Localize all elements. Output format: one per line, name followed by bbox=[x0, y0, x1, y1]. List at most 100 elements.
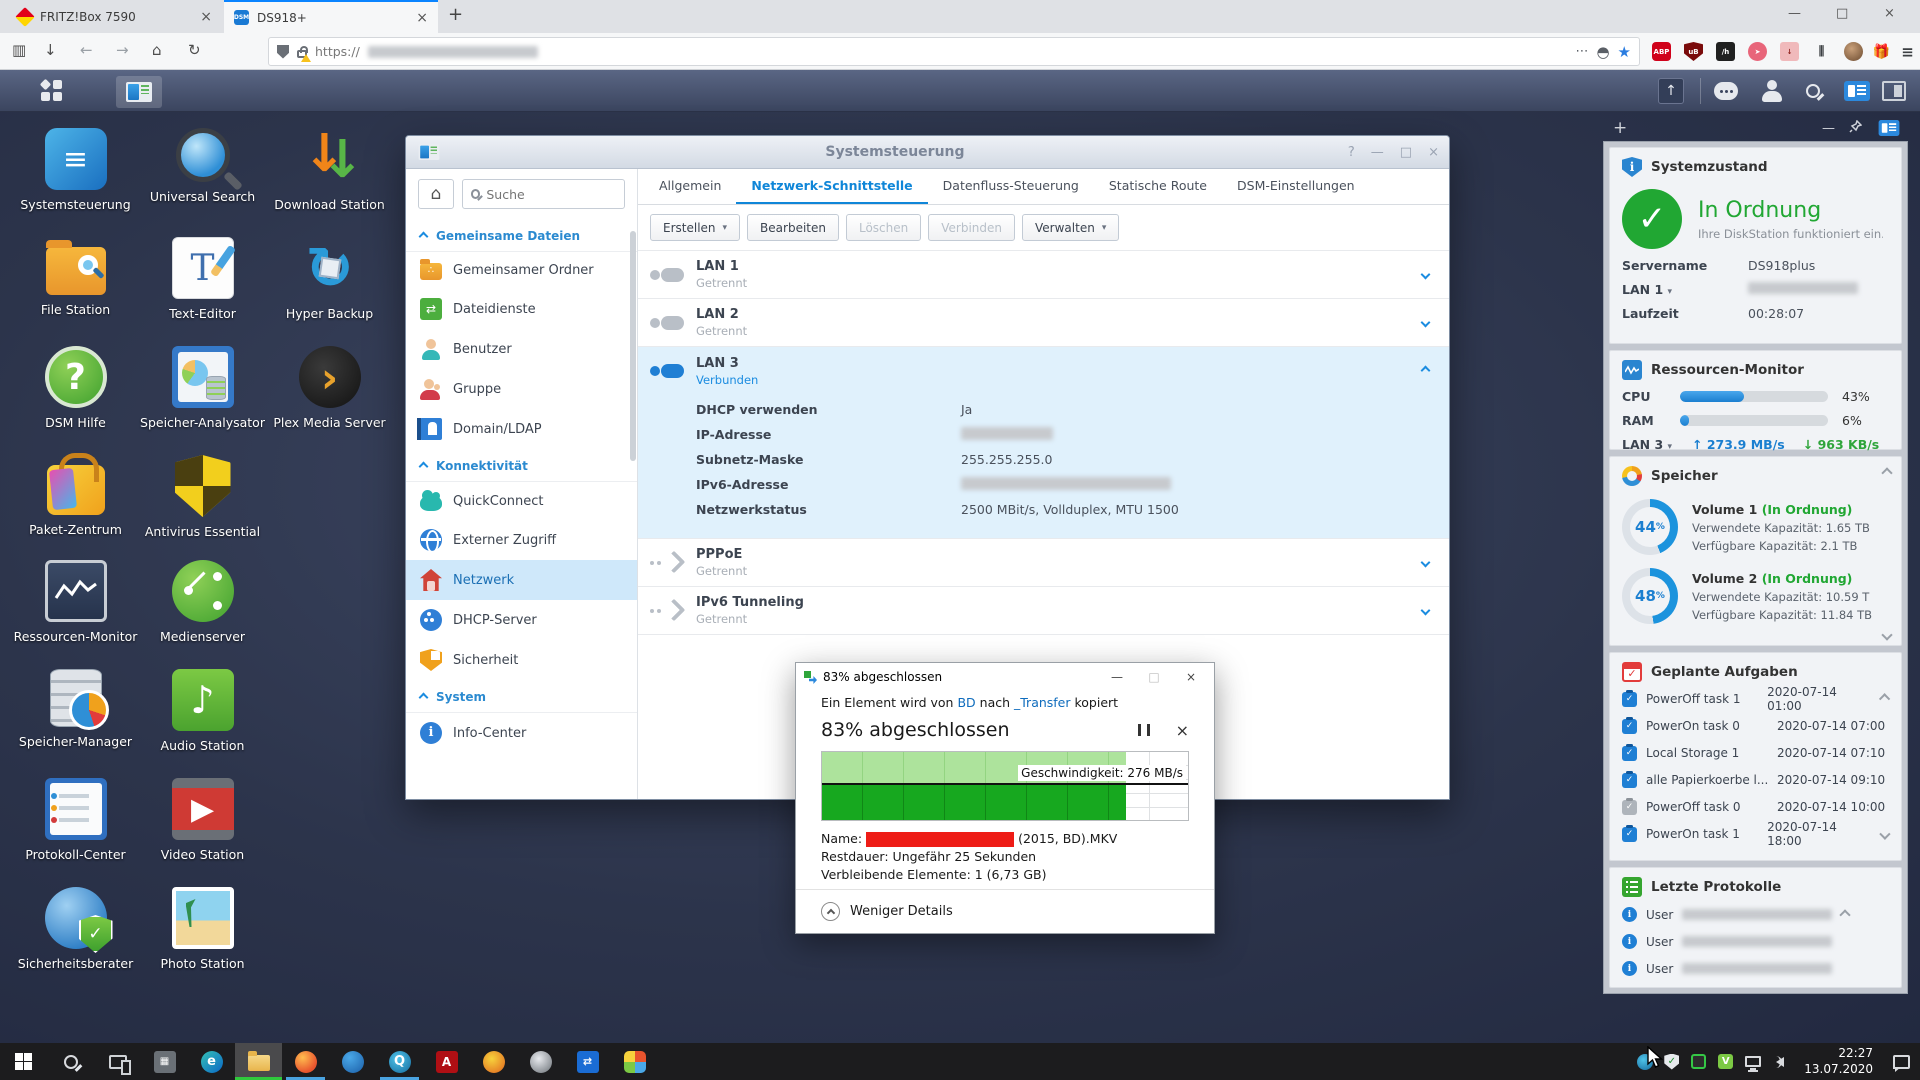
taskbar-synology-assistant[interactable]: Q bbox=[376, 1043, 423, 1080]
log-row[interactable]: i User bbox=[1622, 959, 1889, 978]
tab-statische-route[interactable]: Statische Route bbox=[1094, 169, 1222, 204]
extension-hb-icon[interactable]: /h bbox=[1716, 42, 1735, 61]
back-icon[interactable]: ← bbox=[80, 41, 93, 59]
whatsnew-gift-icon[interactable]: 🎁 bbox=[1872, 42, 1891, 61]
task-view-button[interactable] bbox=[94, 1043, 141, 1080]
interface-row-ipv6-tunneling[interactable]: IPv6 Tunneling Getrennt bbox=[638, 587, 1449, 635]
desktop-icon-audio-station[interactable]: ♪ Audio Station bbox=[139, 661, 266, 770]
minimize-panel-button[interactable]: — bbox=[1822, 121, 1835, 136]
window-maximize-button[interactable]: □ bbox=[1836, 6, 1848, 21]
taskbar-app-color[interactable] bbox=[611, 1043, 658, 1080]
interface-row-lan2[interactable]: LAN 2 Getrennt bbox=[638, 299, 1449, 347]
tray-green-v-icon[interactable]: V bbox=[1717, 1053, 1734, 1070]
desktop-icon-paket-zentrum[interactable]: Paket-Zentrum bbox=[12, 447, 139, 556]
desktop-icon-video-station[interactable]: ▶ Video Station bbox=[139, 770, 266, 879]
sidebar-item-domain-ldap[interactable]: Domain/LDAP bbox=[406, 409, 637, 449]
tab-close-icon[interactable]: × bbox=[200, 9, 212, 25]
open-app-systemsteuerung[interactable] bbox=[116, 76, 162, 108]
panel-toggle-icon[interactable] bbox=[1879, 120, 1900, 136]
taskbar-firefox[interactable] bbox=[282, 1043, 329, 1080]
window-minimize-button[interactable]: — bbox=[1788, 6, 1801, 21]
task-row[interactable]: ✓ PowerOn task 1 2020-07-14 18:00 bbox=[1622, 825, 1889, 844]
task-row[interactable]: ✓ PowerOn task 0 2020-07-14 07:00 bbox=[1622, 717, 1889, 736]
bearbeiten-button[interactable]: Bearbeiten bbox=[747, 214, 839, 241]
desktop-icon-speicher-analysator[interactable]: Speicher-Analysator bbox=[139, 338, 266, 447]
pause-button[interactable] bbox=[1138, 724, 1150, 736]
add-widget-button[interactable]: + bbox=[1613, 118, 1627, 138]
menu-icon[interactable]: ≡ bbox=[1898, 42, 1917, 61]
sidebar-section-gemeinsame-dateien[interactable]: Gemeinsame Dateien bbox=[406, 219, 637, 252]
sidebar-item-dhcp-server[interactable]: DHCP-Server bbox=[406, 600, 637, 640]
tab-netzwerk-schnittstelle[interactable]: Netzwerk-Schnittstelle bbox=[736, 169, 927, 204]
expand-chevron-icon[interactable] bbox=[1881, 629, 1892, 640]
taskbar-app-sphere[interactable] bbox=[517, 1043, 564, 1080]
notifications-button[interactable] bbox=[1714, 78, 1738, 104]
sidebar-item-netzwerk[interactable]: Netzwerk bbox=[406, 560, 637, 600]
collapse-chevron-icon[interactable] bbox=[1421, 366, 1431, 376]
desktop-icon-systemsteuerung[interactable]: ≡ Systemsteuerung bbox=[12, 120, 139, 229]
desktop-icon-sicherheitsberater[interactable]: Sicherheitsberater bbox=[12, 879, 139, 988]
taskbar-calculator[interactable]: ▦ bbox=[141, 1043, 188, 1080]
tracking-shield-icon[interactable] bbox=[277, 45, 289, 59]
scroll-up-chevron-icon[interactable] bbox=[1880, 694, 1891, 705]
desktop-icon-ressourcen-monitor[interactable]: Ressourcen-Monitor bbox=[12, 552, 139, 661]
user-menu-button[interactable] bbox=[1762, 78, 1782, 104]
cancel-button[interactable]: × bbox=[1176, 721, 1189, 740]
minimize-button[interactable]: — bbox=[1371, 145, 1384, 160]
desktop-icon-universal-search[interactable]: Universal Search bbox=[139, 120, 266, 229]
log-row[interactable]: i User bbox=[1622, 905, 1889, 924]
task-row[interactable]: ✓ alle Papierkoerbe l... 2020-07-14 09:1… bbox=[1622, 771, 1889, 790]
lock-warning-icon[interactable] bbox=[297, 50, 307, 58]
desktop-icon-photo-station[interactable]: Photo Station bbox=[139, 879, 266, 988]
download-helper-icon[interactable]: ↓ bbox=[1780, 42, 1799, 61]
taskbar-edge[interactable]: e bbox=[188, 1043, 235, 1080]
tray-green-app-icon[interactable] bbox=[1690, 1053, 1707, 1070]
sidebar-item-externer-zugriff[interactable]: Externer Zugriff bbox=[406, 520, 637, 560]
help-button[interactable]: ? bbox=[1348, 145, 1355, 160]
close-button[interactable]: × bbox=[1428, 145, 1439, 160]
ublock-origin-icon[interactable]: uB bbox=[1684, 42, 1703, 61]
window-close-button[interactable]: × bbox=[1884, 6, 1895, 21]
taskbar-search-button[interactable] bbox=[47, 1043, 94, 1080]
home-button[interactable]: ⌂ bbox=[418, 179, 454, 209]
search-box[interactable] bbox=[462, 179, 625, 209]
expand-chevron-icon[interactable] bbox=[1421, 558, 1431, 568]
new-tab-button[interactable]: + bbox=[448, 4, 463, 25]
sidebar-item-sicherheit[interactable]: Sicherheit bbox=[406, 640, 637, 680]
scroll-up-chevron-icon[interactable] bbox=[1840, 909, 1851, 920]
task-row[interactable]: ✓ PowerOff task 1 2020-07-14 01:00 bbox=[1622, 690, 1889, 709]
dialog-titlebar[interactable]: 83% abgeschlossen — □ × bbox=[796, 663, 1214, 691]
source-link[interactable]: BD bbox=[957, 695, 975, 710]
widgets-button[interactable] bbox=[1844, 78, 1870, 104]
main-menu-button[interactable] bbox=[28, 70, 76, 112]
expand-chevron-icon[interactable] bbox=[1421, 270, 1431, 280]
profile-avatar[interactable] bbox=[1844, 42, 1863, 61]
taskbar-xnview[interactable] bbox=[470, 1043, 517, 1080]
sidebar-item-dateidienste[interactable]: ⇄ Dateidienste bbox=[406, 289, 637, 329]
tab-allgemein[interactable]: Allgemein bbox=[644, 169, 736, 204]
window-titlebar[interactable]: Systemsteuerung ? — □ × bbox=[406, 136, 1449, 169]
sidebar-item-gemeinsamer-ordner[interactable]: Gemeinsamer Ordner bbox=[406, 252, 637, 289]
tab-close-icon[interactable]: × bbox=[416, 10, 428, 26]
page-actions-icon[interactable]: ⋯ bbox=[1575, 44, 1588, 59]
dialog-minimize-button[interactable]: — bbox=[1102, 670, 1132, 684]
task-row[interactable]: ✓ PowerOff task 0 2020-07-14 10:00 bbox=[1622, 798, 1889, 817]
desktop-icon-dsm-hilfe[interactable]: ? DSM Hilfe bbox=[12, 338, 139, 447]
desktop-icon-hyper-backup[interactable]: ↻ Hyper Backup bbox=[266, 229, 393, 338]
bookmark-star-icon[interactable]: ★ bbox=[1618, 43, 1631, 61]
desktop-icon-file-station[interactable]: File Station bbox=[12, 229, 139, 338]
reload-icon[interactable]: ↻ bbox=[188, 41, 201, 59]
verwalten-button[interactable]: Verwalten▾ bbox=[1022, 214, 1119, 241]
pocket-icon[interactable]: ◓ bbox=[1596, 43, 1609, 61]
log-row[interactable]: i User bbox=[1622, 932, 1889, 951]
desktop-icon-protokoll-center[interactable]: Protokoll-Center bbox=[12, 770, 139, 879]
dialog-close-button[interactable]: × bbox=[1176, 670, 1206, 684]
pin-panel-icon[interactable] bbox=[1849, 120, 1862, 137]
desktop-icon-medienserver[interactable]: Medienserver bbox=[139, 552, 266, 661]
volume-icon[interactable] bbox=[1771, 1053, 1788, 1070]
interface-row-lan1[interactable]: LAN 1 Getrennt bbox=[638, 251, 1449, 299]
tab-fritzbox[interactable]: FRITZ!Box 7590 × bbox=[8, 0, 222, 33]
desktop-icon-speicher-manager[interactable]: Speicher-Manager bbox=[12, 661, 139, 770]
tab-dsm-einstellungen[interactable]: DSM-Einstellungen bbox=[1222, 169, 1370, 204]
dest-link[interactable]: _Transfer bbox=[1014, 695, 1071, 710]
